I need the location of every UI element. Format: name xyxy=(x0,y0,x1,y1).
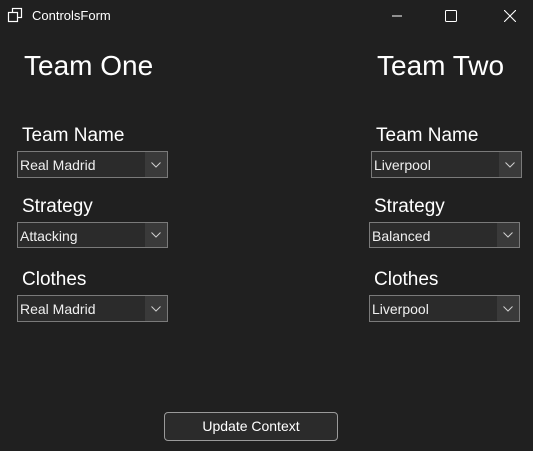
chevron-down-icon xyxy=(503,232,513,238)
chevron-down-icon xyxy=(151,305,161,312)
window-title: ControlsForm xyxy=(32,8,111,23)
dropdown-button[interactable] xyxy=(499,152,521,177)
update-context-button[interactable]: Update Context xyxy=(164,412,338,441)
dropdown-button[interactable] xyxy=(145,152,167,177)
chevron-down-icon xyxy=(505,161,515,168)
team-two-clothes-label: Clothes xyxy=(374,269,439,290)
team-two-clothes-select[interactable]: Liverpool xyxy=(369,295,520,322)
window-stack-icon xyxy=(7,7,23,23)
team-one-heading: Team One xyxy=(24,50,154,81)
minimize-button[interactable] xyxy=(374,0,420,32)
team-two-clothes-value: Liverpool xyxy=(372,301,429,317)
maximize-icon xyxy=(445,10,457,22)
team-two-name-value: Liverpool xyxy=(374,157,431,173)
team-one-clothes-label: Clothes xyxy=(22,269,87,290)
team-two-heading: Team Two xyxy=(377,50,505,81)
chevron-down-icon xyxy=(151,232,161,238)
team-one-clothes-value: Real Madrid xyxy=(20,301,96,317)
title-bar: ControlsForm xyxy=(0,0,533,32)
chevron-down-icon xyxy=(151,161,161,168)
dropdown-button[interactable] xyxy=(145,296,167,321)
close-button[interactable] xyxy=(487,0,533,32)
team-one-strategy-select[interactable]: Attacking xyxy=(17,222,168,248)
dropdown-button[interactable] xyxy=(497,296,519,321)
close-icon xyxy=(504,10,516,22)
team-two-strategy-label: Strategy xyxy=(374,196,445,217)
team-two-strategy-select[interactable]: Balanced xyxy=(369,222,520,248)
team-one-name-label: Team Name xyxy=(22,125,125,146)
minimize-icon xyxy=(392,15,402,17)
chevron-down-icon xyxy=(503,305,513,312)
maximize-button[interactable] xyxy=(428,0,474,32)
dropdown-button[interactable] xyxy=(497,223,519,247)
team-two-name-label: Team Name xyxy=(376,125,479,146)
team-one-strategy-value: Attacking xyxy=(20,228,78,244)
team-one-strategy-label: Strategy xyxy=(22,196,93,217)
team-one-name-select[interactable]: Real Madrid xyxy=(17,151,168,178)
team-two-name-select[interactable]: Liverpool xyxy=(371,151,522,178)
dropdown-button[interactable] xyxy=(145,223,167,247)
team-one-name-value: Real Madrid xyxy=(20,157,96,173)
team-one-clothes-select[interactable]: Real Madrid xyxy=(17,295,168,322)
team-two-strategy-value: Balanced xyxy=(372,228,431,244)
